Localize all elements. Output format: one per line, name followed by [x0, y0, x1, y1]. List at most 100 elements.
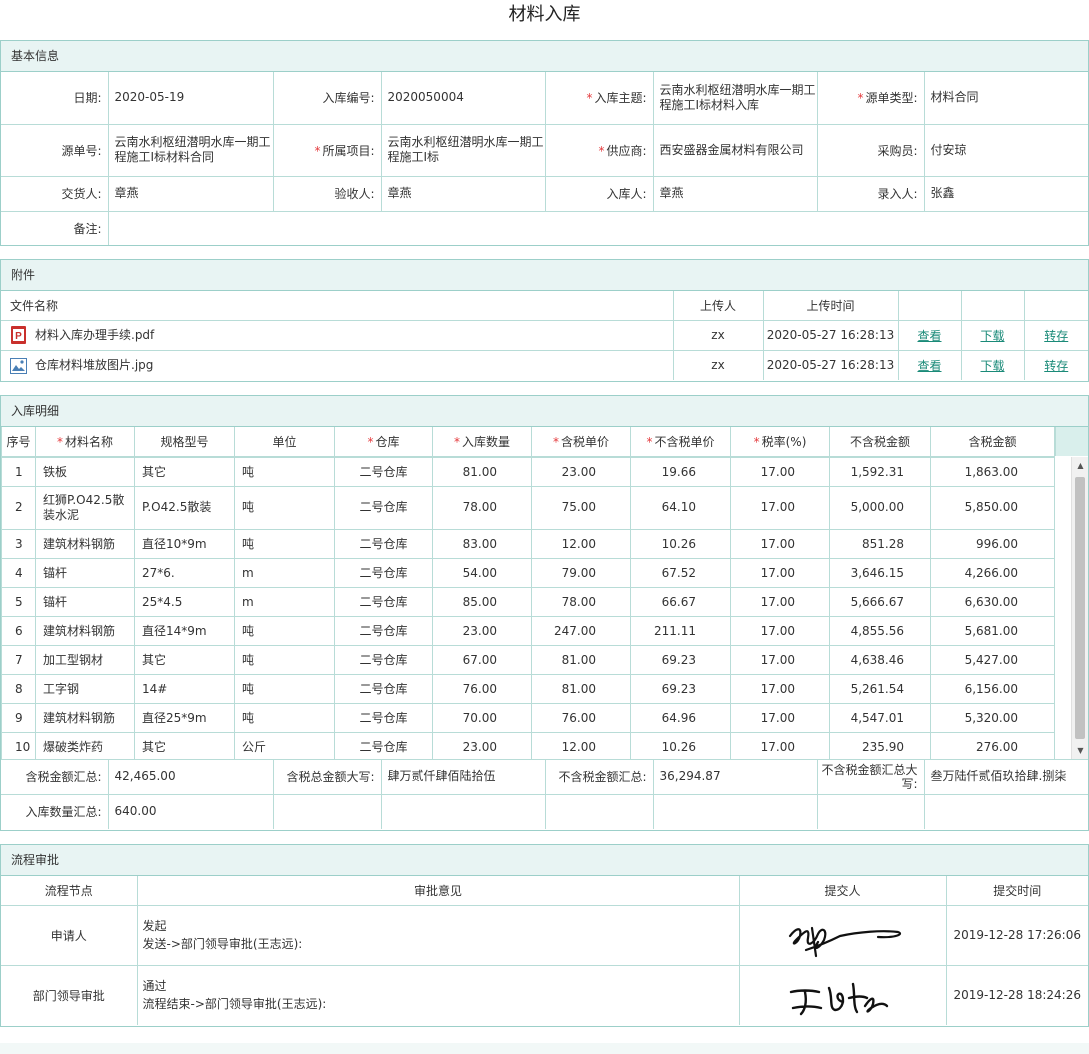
- detail-row[interactable]: 7 加工型钢材 其它吨二号仓库 67.00 81.00 69.23 17.00 4,638.4…: [1, 644, 1055, 675]
- material-name: 建筑材料钢筋: [35, 702, 135, 733]
- tax-price: 76.00: [531, 702, 631, 733]
- detail-body[interactable]: 1 铁板 其它吨二号仓库 81.00 23.00 19.66 17.00 1,592.31 1,…: [1, 456, 1088, 759]
- file-upload-time: 2020-05-27 16:28:13: [762, 319, 899, 351]
- notax-price: 64.10: [630, 485, 731, 530]
- spec: 直径14*9m: [134, 615, 235, 646]
- required-mark: *: [646, 434, 653, 449]
- opinion-route: 发送->部门领导审批(王志远):: [142, 937, 303, 951]
- date-value: 2020-05-19: [107, 72, 274, 125]
- col-submitter: 提交人: [738, 876, 947, 906]
- file-name-cell: 仓库材料堆放图片.jpg: [1, 349, 674, 380]
- basic-info-heading: 基本信息: [1, 41, 1088, 72]
- attachments-panel: 附件 文件名称 上传人 上传时间 P 材料入库办理手续.pdf zx 2020-…: [0, 259, 1089, 382]
- attachment-row: 仓库材料堆放图片.jpg zx 2020-05-27 16:28:13 查看 下…: [1, 349, 1088, 380]
- row-index: 8: [1, 673, 36, 704]
- notax-amount: 5,000.00: [829, 485, 931, 530]
- row-index: 7: [1, 644, 36, 675]
- unit: 吨: [234, 485, 335, 530]
- svg-text:P: P: [15, 331, 22, 342]
- detail-row[interactable]: 5 锚杆 25*4.5 m 二号仓库 85.00 78.00 66.67 17.00 5,666.…: [1, 586, 1055, 617]
- row-index: 1: [1, 456, 36, 487]
- required-mark: *: [314, 143, 321, 158]
- notax-amount: 4,547.01: [829, 702, 931, 733]
- tax-price: 23.00: [531, 456, 631, 487]
- view-link[interactable]: 查看: [917, 359, 941, 373]
- empty-cell: [652, 793, 818, 829]
- notax-price: 64.96: [630, 702, 731, 733]
- tax-rate: 17.00: [730, 586, 830, 617]
- required-mark: *: [56, 434, 63, 449]
- col-spec: 规格型号: [134, 427, 235, 457]
- col-tax-rate: 税率(%): [761, 434, 807, 449]
- save-link[interactable]: 转存: [1044, 329, 1068, 343]
- detail-row[interactable]: 2 红狮P.O42.5散装水泥 P.O42.5散装吨二号仓库 78.00 75.00 64…: [1, 485, 1055, 530]
- material-name: 工字钢: [35, 673, 135, 704]
- spec: 其它: [134, 731, 235, 759]
- download-link-cell: 下载: [960, 349, 1025, 380]
- summary-table: 含税金额汇总: 42,465.00 含税总金额大写: 肆万贰仟肆佰陆拾伍 不含税…: [1, 758, 1088, 829]
- detail-row[interactable]: 6 建筑材料钢筋 直径14*9m 吨二号仓库 23.00 247.00 211.11 17.0…: [1, 615, 1055, 646]
- empty-cell: [272, 793, 382, 829]
- spec: 其它: [134, 456, 235, 487]
- detail-row[interactable]: 3 建筑材料钢筋 直径10*9m 吨二号仓库 83.00 12.00 10.26 17.00 8…: [1, 528, 1055, 559]
- save-link-cell: 转存: [1023, 319, 1088, 351]
- detail-row[interactable]: 4 锚杆 27*6. m 二号仓库 54.00 79.00 67.52 17.00 3,646.1…: [1, 557, 1055, 588]
- col-unit: 单位: [234, 427, 335, 457]
- qty: 81.00: [432, 456, 532, 487]
- warehouse: 二号仓库: [334, 644, 433, 675]
- scroll-down-arrow-icon[interactable]: ▼: [1072, 742, 1088, 759]
- col-upload-time: 上传时间: [762, 291, 899, 321]
- spec: 27*6.: [134, 557, 235, 588]
- col-empty: [1023, 291, 1088, 321]
- image-icon: [10, 357, 27, 375]
- col-qty-cell: * 入库数量: [432, 427, 532, 457]
- buyer-label: 采购员:: [816, 124, 925, 177]
- download-link[interactable]: 下载: [980, 359, 1004, 373]
- tax-amount: 1,863.00: [930, 456, 1055, 487]
- tax-rate: 17.00: [730, 456, 830, 487]
- src-type-label: 源单类型:: [865, 91, 918, 106]
- notax-amount: 5,261.54: [829, 673, 931, 704]
- opinion-result: 通过: [142, 979, 167, 994]
- col-qty: 入库数量: [461, 434, 510, 449]
- detail-row[interactable]: 8 工字钢 14# 吨二号仓库 76.00 81.00 69.23 17.00 5,261.54…: [1, 673, 1055, 704]
- opinion-result: 发起: [142, 919, 167, 933]
- notax-total-value: 36,294.87: [652, 758, 818, 795]
- view-link-cell: 查看: [897, 349, 962, 380]
- unit: 吨: [234, 528, 335, 559]
- warehouse: 二号仓库: [334, 485, 433, 530]
- download-link[interactable]: 下载: [980, 329, 1004, 343]
- empty-cell: [816, 793, 925, 829]
- row-index: 5: [1, 586, 36, 617]
- row-index: 10: [1, 731, 36, 759]
- tax-upper-label: 含税总金额大写:: [272, 758, 382, 795]
- row-index: 2: [1, 485, 36, 530]
- scroll-up-arrow-icon[interactable]: ▲: [1072, 457, 1088, 474]
- detail-row[interactable]: 1 铁板 其它吨二号仓库 81.00 23.00 19.66 17.00 1,592.31 1,…: [1, 456, 1055, 487]
- qty: 85.00: [432, 586, 532, 617]
- code-label: 入库编号:: [272, 72, 382, 125]
- signature-image: [788, 926, 901, 958]
- required-mark: *: [367, 434, 374, 449]
- unit: 吨: [234, 673, 335, 704]
- notax-upper-value: 叁万陆仟贰佰玖拾肆.捌柒: [923, 758, 1088, 795]
- supplier-value: 西安盛器金属材料有限公司: [652, 124, 818, 177]
- src-type-value: 材料合同: [923, 72, 1088, 125]
- tax-amount: 5,427.00: [930, 644, 1055, 675]
- material-name: 铁板: [35, 456, 135, 487]
- view-link[interactable]: 查看: [917, 329, 941, 343]
- scroll-thumb[interactable]: [1075, 476, 1085, 739]
- vertical-scrollbar[interactable]: ▲ ▼: [1071, 456, 1088, 759]
- save-link[interactable]: 转存: [1044, 359, 1068, 373]
- notax-amount: 851.28: [829, 528, 931, 559]
- flow-table: 流程节点 审批意见 提交人 提交时间 申请人 发起 发送->部门领导审批(王志远…: [1, 876, 1088, 1025]
- buyer-value: 付安琼: [923, 124, 1088, 177]
- required-mark: *: [586, 91, 593, 106]
- detail-row[interactable]: 10 爆破类炸药 其它 公斤 二号仓库 23.00 12.00 10.26 17.00 235.9…: [1, 731, 1055, 759]
- signature-image: [789, 983, 888, 1016]
- detail-row[interactable]: 9 建筑材料钢筋 直径25*9m 吨二号仓库 70.00 76.00 64.96 17.00 4…: [1, 702, 1055, 733]
- required-mark: *: [753, 434, 760, 449]
- empty-cell: [923, 793, 1088, 829]
- page-title: 材料入库: [508, 4, 581, 25]
- qty: 70.00: [432, 702, 532, 733]
